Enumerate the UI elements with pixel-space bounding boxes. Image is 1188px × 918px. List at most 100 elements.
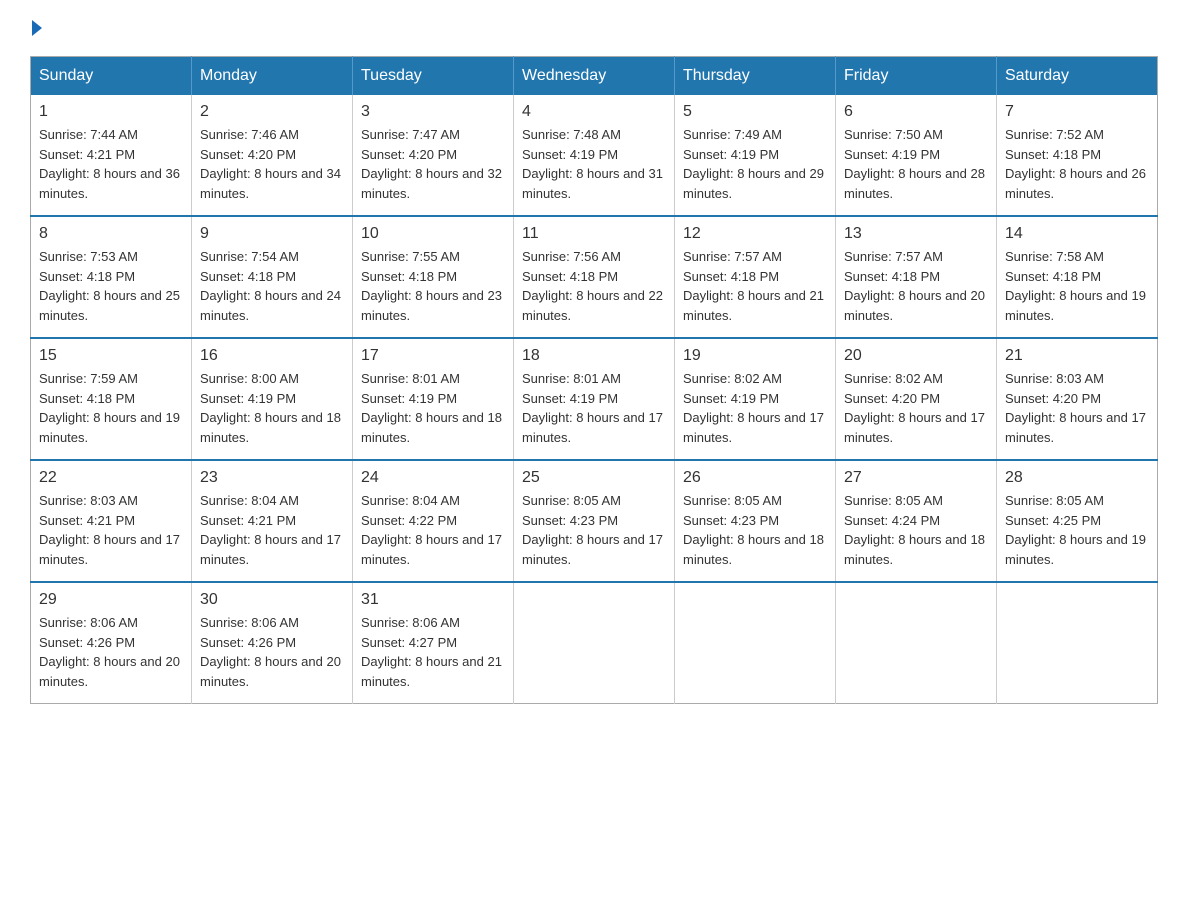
day-info: Sunrise: 7:56 AMSunset: 4:18 PMDaylight:… xyxy=(522,247,666,325)
calendar-cell xyxy=(836,582,997,704)
day-info: Sunrise: 8:03 AMSunset: 4:21 PMDaylight:… xyxy=(39,491,183,569)
calendar-cell: 9 Sunrise: 7:54 AMSunset: 4:18 PMDaylight… xyxy=(192,216,353,338)
logo xyxy=(30,20,44,36)
day-info: Sunrise: 8:01 AMSunset: 4:19 PMDaylight:… xyxy=(361,369,505,447)
calendar-cell: 28 Sunrise: 8:05 AMSunset: 4:25 PMDayligh… xyxy=(997,460,1158,582)
day-info: Sunrise: 7:47 AMSunset: 4:20 PMDaylight:… xyxy=(361,125,505,203)
calendar-cell: 18 Sunrise: 8:01 AMSunset: 4:19 PMDayligh… xyxy=(514,338,675,460)
day-info: Sunrise: 7:52 AMSunset: 4:18 PMDaylight:… xyxy=(1005,125,1149,203)
calendar-cell: 3 Sunrise: 7:47 AMSunset: 4:20 PMDaylight… xyxy=(353,95,514,216)
day-info: Sunrise: 8:05 AMSunset: 4:25 PMDaylight:… xyxy=(1005,491,1149,569)
day-number: 17 xyxy=(361,347,505,365)
calendar-cell: 8 Sunrise: 7:53 AMSunset: 4:18 PMDaylight… xyxy=(31,216,192,338)
weekday-tuesday: Tuesday xyxy=(353,57,514,96)
day-number: 9 xyxy=(200,225,344,243)
day-info: Sunrise: 8:06 AMSunset: 4:26 PMDaylight:… xyxy=(200,613,344,691)
day-number: 10 xyxy=(361,225,505,243)
day-info: Sunrise: 8:06 AMSunset: 4:26 PMDaylight:… xyxy=(39,613,183,691)
day-number: 26 xyxy=(683,469,827,487)
calendar-cell: 13 Sunrise: 7:57 AMSunset: 4:18 PMDayligh… xyxy=(836,216,997,338)
day-number: 21 xyxy=(1005,347,1149,365)
day-number: 15 xyxy=(39,347,183,365)
calendar-cell: 30 Sunrise: 8:06 AMSunset: 4:26 PMDayligh… xyxy=(192,582,353,704)
day-number: 28 xyxy=(1005,469,1149,487)
calendar-cell xyxy=(675,582,836,704)
calendar-cell: 7 Sunrise: 7:52 AMSunset: 4:18 PMDaylight… xyxy=(997,95,1158,216)
calendar-week-5: 29 Sunrise: 8:06 AMSunset: 4:26 PMDayligh… xyxy=(31,582,1158,704)
day-info: Sunrise: 8:05 AMSunset: 4:23 PMDaylight:… xyxy=(522,491,666,569)
day-info: Sunrise: 7:44 AMSunset: 4:21 PMDaylight:… xyxy=(39,125,183,203)
day-info: Sunrise: 7:48 AMSunset: 4:19 PMDaylight:… xyxy=(522,125,666,203)
page-header xyxy=(30,20,1158,36)
calendar-week-3: 15 Sunrise: 7:59 AMSunset: 4:18 PMDayligh… xyxy=(31,338,1158,460)
day-number: 11 xyxy=(522,225,666,243)
day-info: Sunrise: 7:50 AMSunset: 4:19 PMDaylight:… xyxy=(844,125,988,203)
day-info: Sunrise: 7:54 AMSunset: 4:18 PMDaylight:… xyxy=(200,247,344,325)
calendar-cell: 14Sunrise: 7:58 AMSunset: 4:18 PMDayligh… xyxy=(997,216,1158,338)
weekday-friday: Friday xyxy=(836,57,997,96)
day-info: Sunrise: 7:59 AMSunset: 4:18 PMDaylight:… xyxy=(39,369,183,447)
day-info: Sunrise: 8:02 AMSunset: 4:19 PMDaylight:… xyxy=(683,369,827,447)
calendar-cell: 16Sunrise: 8:00 AMSunset: 4:19 PMDayligh… xyxy=(192,338,353,460)
day-number: 5 xyxy=(683,103,827,121)
calendar-cell: 1 Sunrise: 7:44 AMSunset: 4:21 PMDaylight… xyxy=(31,95,192,216)
calendar-cell xyxy=(514,582,675,704)
day-number: 24 xyxy=(361,469,505,487)
calendar-header: SundayMondayTuesdayWednesdayThursdayFrid… xyxy=(31,57,1158,96)
weekday-thursday: Thursday xyxy=(675,57,836,96)
day-number: 6 xyxy=(844,103,988,121)
weekday-header-row: SundayMondayTuesdayWednesdayThursdayFrid… xyxy=(31,57,1158,96)
calendar-week-1: 1 Sunrise: 7:44 AMSunset: 4:21 PMDaylight… xyxy=(31,95,1158,216)
weekday-monday: Monday xyxy=(192,57,353,96)
day-info: Sunrise: 8:02 AMSunset: 4:20 PMDaylight:… xyxy=(844,369,988,447)
day-info: Sunrise: 7:49 AMSunset: 4:19 PMDaylight:… xyxy=(683,125,827,203)
calendar-cell: 11 Sunrise: 7:56 AMSunset: 4:18 PMDayligh… xyxy=(514,216,675,338)
day-number: 2 xyxy=(200,103,344,121)
day-number: 25 xyxy=(522,469,666,487)
day-number: 30 xyxy=(200,591,344,609)
calendar-body: 1 Sunrise: 7:44 AMSunset: 4:21 PMDaylight… xyxy=(31,95,1158,704)
day-info: Sunrise: 8:06 AMSunset: 4:27 PMDaylight:… xyxy=(361,613,505,691)
day-info: Sunrise: 8:05 AMSunset: 4:24 PMDaylight:… xyxy=(844,491,988,569)
day-info: Sunrise: 7:53 AMSunset: 4:18 PMDaylight:… xyxy=(39,247,183,325)
calendar-week-2: 8 Sunrise: 7:53 AMSunset: 4:18 PMDaylight… xyxy=(31,216,1158,338)
day-number: 20 xyxy=(844,347,988,365)
calendar-cell: 23 Sunrise: 8:04 AMSunset: 4:21 PMDayligh… xyxy=(192,460,353,582)
calendar-cell: 25 Sunrise: 8:05 AMSunset: 4:23 PMDayligh… xyxy=(514,460,675,582)
day-number: 22 xyxy=(39,469,183,487)
day-info: Sunrise: 8:05 AMSunset: 4:23 PMDaylight:… xyxy=(683,491,827,569)
day-number: 4 xyxy=(522,103,666,121)
calendar-cell: 29 Sunrise: 8:06 AMSunset: 4:26 PMDayligh… xyxy=(31,582,192,704)
day-number: 13 xyxy=(844,225,988,243)
day-number: 19 xyxy=(683,347,827,365)
day-number: 18 xyxy=(522,347,666,365)
calendar-cell xyxy=(997,582,1158,704)
day-number: 16 xyxy=(200,347,344,365)
day-info: Sunrise: 8:04 AMSunset: 4:22 PMDaylight:… xyxy=(361,491,505,569)
weekday-wednesday: Wednesday xyxy=(514,57,675,96)
weekday-saturday: Saturday xyxy=(997,57,1158,96)
day-info: Sunrise: 7:57 AMSunset: 4:18 PMDaylight:… xyxy=(683,247,827,325)
day-info: Sunrise: 7:46 AMSunset: 4:20 PMDaylight:… xyxy=(200,125,344,203)
calendar-cell: 26 Sunrise: 8:05 AMSunset: 4:23 PMDayligh… xyxy=(675,460,836,582)
day-number: 23 xyxy=(200,469,344,487)
day-number: 8 xyxy=(39,225,183,243)
day-info: Sunrise: 8:04 AMSunset: 4:21 PMDaylight:… xyxy=(200,491,344,569)
calendar-cell: 20 Sunrise: 8:02 AMSunset: 4:20 PMDayligh… xyxy=(836,338,997,460)
calendar-cell: 4 Sunrise: 7:48 AMSunset: 4:19 PMDaylight… xyxy=(514,95,675,216)
day-info: Sunrise: 7:57 AMSunset: 4:18 PMDaylight:… xyxy=(844,247,988,325)
calendar-cell: 19 Sunrise: 8:02 AMSunset: 4:19 PMDayligh… xyxy=(675,338,836,460)
day-number: 1 xyxy=(39,103,183,121)
day-number: 7 xyxy=(1005,103,1149,121)
day-info: Sunrise: 7:58 AMSunset: 4:18 PMDaylight:… xyxy=(1005,247,1149,325)
day-info: Sunrise: 8:01 AMSunset: 4:19 PMDaylight:… xyxy=(522,369,666,447)
day-number: 3 xyxy=(361,103,505,121)
day-number: 29 xyxy=(39,591,183,609)
calendar-cell: 10Sunrise: 7:55 AMSunset: 4:18 PMDayligh… xyxy=(353,216,514,338)
calendar-cell: 21Sunrise: 8:03 AMSunset: 4:20 PMDayligh… xyxy=(997,338,1158,460)
calendar-cell: 27 Sunrise: 8:05 AMSunset: 4:24 PMDayligh… xyxy=(836,460,997,582)
weekday-sunday: Sunday xyxy=(31,57,192,96)
calendar-cell: 6 Sunrise: 7:50 AMSunset: 4:19 PMDaylight… xyxy=(836,95,997,216)
logo-arrow-icon xyxy=(32,20,42,36)
day-number: 27 xyxy=(844,469,988,487)
